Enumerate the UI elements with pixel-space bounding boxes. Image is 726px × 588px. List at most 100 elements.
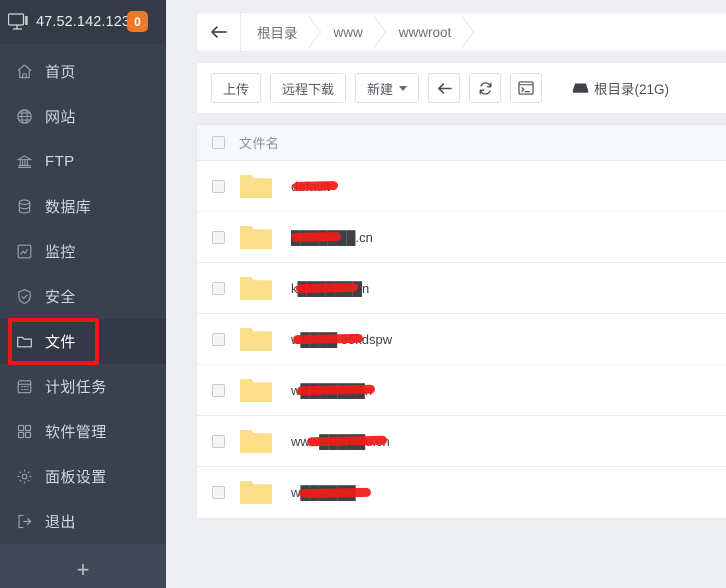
sidebar-item-label: 首页 xyxy=(45,64,76,81)
disk-label-text: 根目录(21G) xyxy=(594,82,670,97)
shield-icon xyxy=(14,287,34,307)
folder-icon xyxy=(240,276,272,300)
folder-icon xyxy=(240,327,272,351)
sidebar-item-panel-settings[interactable]: 面板设置 xyxy=(0,454,166,499)
breadcrumb-item-wwwroot[interactable]: wwwroot xyxy=(383,13,472,51)
sidebar-add-button[interactable]: + xyxy=(0,544,166,588)
file-name-text: default xyxy=(291,178,331,194)
remote-download-label: 远程下载 xyxy=(282,81,335,97)
row-checkbox[interactable] xyxy=(211,434,225,448)
sidebar: 47.52.142.123 0 首页 网站 FTP 数据库 监控 安全 文件 计… xyxy=(0,0,166,588)
folder-icon-cell xyxy=(239,377,291,404)
folder-icon-cell xyxy=(239,275,291,302)
file-name-cell: default xyxy=(291,178,339,194)
database-icon xyxy=(14,197,34,217)
table-row[interactable]: w████ 55kdspw xyxy=(197,314,726,365)
folder-icon-cell xyxy=(239,173,291,200)
file-name-text: w████ 55kdspw xyxy=(291,331,393,347)
server-ip-label: 47.52.142.123 xyxy=(36,14,131,30)
sidebar-item-label: 网站 xyxy=(45,109,76,126)
table-row[interactable]: w███████n xyxy=(197,365,726,416)
plus-icon: + xyxy=(76,557,90,582)
column-header-filename: 文件名 xyxy=(239,136,280,151)
sidebar-item-home[interactable]: 首页 xyxy=(0,49,166,94)
terminal-icon xyxy=(518,81,534,95)
select-all-cell[interactable] xyxy=(197,136,239,149)
sidebar-item-label: 面板设置 xyxy=(45,469,107,486)
breadcrumb: 根目录 www wwwroot xyxy=(196,12,726,52)
row-select-cell[interactable] xyxy=(197,486,239,499)
new-label: 新建 xyxy=(367,81,394,97)
gear-icon xyxy=(14,467,34,487)
row-select-cell[interactable] xyxy=(197,434,239,448)
status-badge[interactable]: 0 xyxy=(127,11,148,32)
sidebar-item-label: FTP xyxy=(45,153,75,170)
sidebar-item-label: 安全 xyxy=(45,289,76,306)
breadcrumb-label: www xyxy=(333,24,363,40)
folder-icon xyxy=(240,174,272,198)
file-name-cell: w██████ xyxy=(291,485,372,500)
sidebar-item-security[interactable]: 安全 xyxy=(0,274,166,319)
refresh-icon xyxy=(479,81,491,95)
breadcrumb-item-www[interactable]: www xyxy=(318,13,383,51)
upload-button[interactable]: 上传 xyxy=(211,73,262,103)
table-row[interactable]: k███████n xyxy=(197,263,726,314)
folder-icon-cell xyxy=(239,326,291,353)
folder-icon-cell xyxy=(239,479,291,506)
sidebar-item-monitor[interactable]: 监控 xyxy=(0,229,166,274)
terminal-button[interactable] xyxy=(510,73,543,103)
row-select-cell[interactable] xyxy=(197,332,239,346)
sidebar-item-ftp[interactable]: FTP xyxy=(0,139,166,184)
folder-icon xyxy=(14,332,34,352)
refresh-button[interactable] xyxy=(469,73,502,103)
table-row[interactable]: www█████u.cn xyxy=(197,416,726,467)
new-dropdown-button[interactable]: 新建 xyxy=(355,73,420,103)
folder-icon xyxy=(240,481,272,504)
logout-icon xyxy=(14,512,34,532)
file-name-cell: www█████u.cn xyxy=(291,434,390,449)
sidebar-item-software[interactable]: 软件管理 xyxy=(0,409,166,454)
file-toolbar: 上传 远程下载 新建 根目录(21G) xyxy=(196,62,726,114)
sidebar-item-database[interactable]: 数据库 xyxy=(0,184,166,229)
sidebar-item-logout[interactable]: 退出 xyxy=(0,499,166,544)
row-select-cell[interactable] xyxy=(197,281,239,295)
upload-label: 上传 xyxy=(223,81,250,97)
row-checkbox[interactable] xyxy=(211,230,225,244)
table-row[interactable]: default xyxy=(197,161,726,212)
row-checkbox[interactable] xyxy=(211,332,225,346)
file-name-cell: ███████.cn xyxy=(290,230,373,245)
main-content: 根目录 www wwwroot 上传 远程下载 新建 根目录(21G) 文件名 … xyxy=(166,0,726,588)
folder-icon-cell xyxy=(239,428,291,455)
row-checkbox[interactable] xyxy=(211,383,225,397)
file-name-text: w███████n xyxy=(291,382,373,398)
row-select-cell[interactable] xyxy=(197,230,239,244)
sidebar-item-cron[interactable]: 计划任务 xyxy=(0,364,166,409)
row-checkbox[interactable] xyxy=(211,281,225,295)
disk-icon xyxy=(572,81,589,95)
sidebar-item-label: 软件管理 xyxy=(45,424,107,441)
breadcrumb-back-button[interactable] xyxy=(197,13,241,51)
sidebar-item-label: 监控 xyxy=(45,244,76,261)
row-checkbox[interactable] xyxy=(211,486,225,499)
sidebar-item-label: 文件 xyxy=(45,334,76,351)
sidebar-item-label: 退出 xyxy=(45,514,76,531)
sidebar-item-website[interactable]: 网站 xyxy=(0,94,166,139)
calendar-icon xyxy=(14,377,34,397)
breadcrumb-item-root[interactable]: 根目录 xyxy=(241,13,318,51)
row-checkbox[interactable] xyxy=(211,179,225,193)
back-button[interactable] xyxy=(428,73,461,103)
disk-usage-label[interactable]: 根目录(21G) xyxy=(572,78,669,98)
select-all-checkbox[interactable] xyxy=(211,136,225,149)
apps-icon xyxy=(14,422,34,442)
table-row[interactable]: ███████.cn xyxy=(197,212,726,263)
folder-icon xyxy=(240,429,272,453)
globe-icon xyxy=(14,107,34,127)
file-name-cell: w████ 55kdspw xyxy=(291,332,392,347)
row-select-cell[interactable] xyxy=(197,383,239,397)
folder-icon xyxy=(240,225,272,249)
file-table-header: 文件名 xyxy=(197,125,726,161)
row-select-cell[interactable] xyxy=(197,179,239,193)
remote-download-button[interactable]: 远程下载 xyxy=(270,73,347,103)
table-row[interactable]: w██████ xyxy=(197,467,726,518)
sidebar-item-files[interactable]: 文件 xyxy=(0,319,166,364)
